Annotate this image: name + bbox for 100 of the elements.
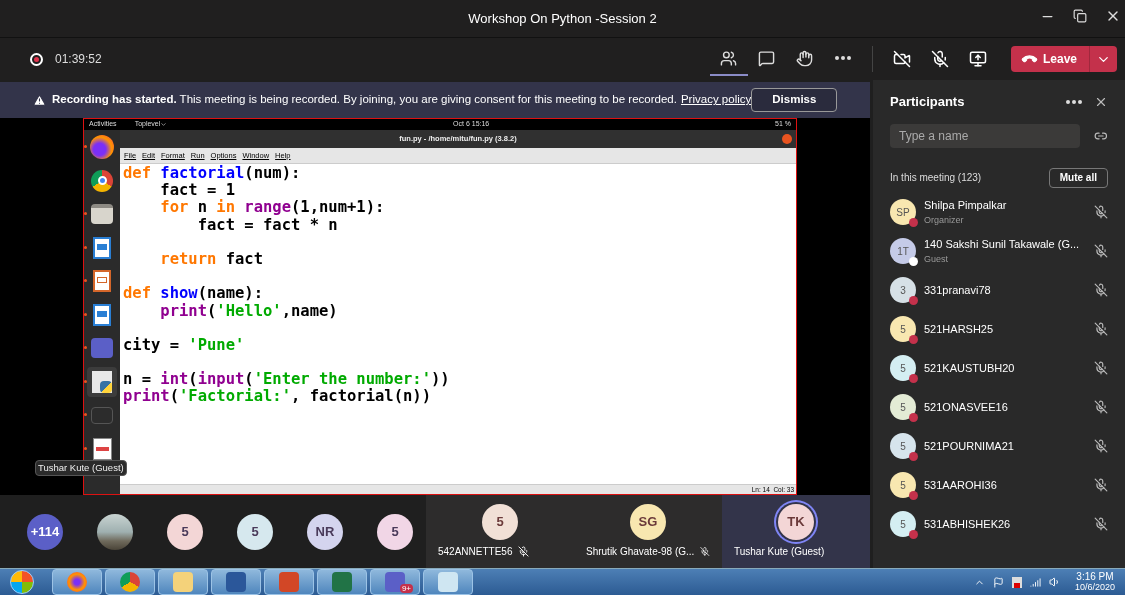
participant-avatar: 5: [890, 511, 916, 537]
explorer-icon: [173, 572, 193, 592]
camera-off-icon: [892, 50, 911, 68]
code-line: city = 'Pune': [123, 335, 245, 354]
notepad-icon: [438, 572, 458, 592]
participant-avatar: 5: [890, 394, 916, 420]
participant-row[interactable]: 5 521HARSH25: [890, 309, 1108, 349]
taskbar-app[interactable]: [52, 569, 102, 595]
time: 3:16 PM: [1076, 571, 1114, 582]
participant-row[interactable]: 5 521ONASVEE16: [890, 387, 1108, 427]
taskbar-app[interactable]: [423, 569, 473, 595]
taskbar-app[interactable]: 9+: [370, 569, 420, 595]
dock-app[interactable]: [87, 366, 117, 397]
code-line: fact = 1: [159, 181, 235, 200]
chrome-app-icon: [91, 169, 113, 192]
tray-clock[interactable]: 3:16 PM 10/6/2020: [1074, 571, 1115, 593]
power-icon[interactable]: [1011, 576, 1022, 588]
participant-avatar[interactable]: +114: [27, 513, 63, 550]
participant-avatar: 1T: [890, 238, 916, 264]
editor-app-icon: [92, 437, 112, 460]
window-title: Workshop On Python -Session 2: [468, 9, 657, 28]
dismiss-button[interactable]: Dismiss: [751, 88, 838, 112]
participant-tile[interactable]: 5 542ANNETTE56: [426, 495, 574, 568]
participant-avatar: 3: [890, 277, 916, 303]
participant-name: 521ONASVEE16: [924, 399, 1009, 415]
participant-tile[interactable]: SG Shrutik Ghavate-98 (G...: [574, 495, 722, 568]
participant-name: 531AAROHI36: [924, 477, 998, 493]
caret-icon: [160, 121, 168, 128]
participant-name: 521HARSH25: [924, 321, 995, 337]
participant-avatar: 5: [890, 355, 916, 381]
participant-name: Tushar Kute (Guest): [734, 545, 825, 559]
participant-avatar[interactable]: NR: [307, 513, 343, 550]
network-icon[interactable]: [1029, 576, 1041, 588]
participant-name: 521POURNIMA21: [924, 438, 1015, 454]
impress-app-icon: [93, 270, 111, 292]
participant-avatar[interactable]: 5: [377, 513, 413, 550]
participant-name: Shrutik Ghavate-98 (G...: [586, 545, 695, 559]
participant-name: 531ABHISHEK26: [924, 516, 1012, 532]
participant-avatar[interactable]: 5: [167, 513, 203, 550]
restore-icon[interactable]: [1073, 9, 1087, 23]
more-icon[interactable]: [1066, 99, 1082, 104]
participant-name: 331pranavi78: [924, 282, 992, 298]
participant-tile[interactable]: TK Tushar Kute (Guest): [722, 495, 870, 568]
participant-row[interactable]: SP Shilpa Pimpalkar Organizer: [890, 192, 1108, 232]
chat-icon: [758, 49, 776, 67]
taskbar-app[interactable]: [158, 569, 208, 595]
participant-row[interactable]: 5 521KAUSTUBH20: [890, 348, 1108, 388]
participant-row[interactable]: 5 531ABHISHEK26: [890, 504, 1108, 544]
privacy-policy-link[interactable]: Privacy policy: [680, 91, 752, 109]
taskbar-app[interactable]: [317, 569, 367, 595]
volume-icon[interactable]: [1048, 576, 1061, 588]
section-label[interactable]: In this meeting (123): [890, 170, 982, 185]
participant-role: Guest: [924, 252, 949, 266]
participant-avatar: 5: [890, 316, 916, 342]
participant-avatar: 5: [890, 433, 916, 459]
participant-row[interactable]: 5 521POURNIMA21: [890, 426, 1108, 466]
hand-icon: [796, 49, 814, 67]
flag-icon[interactable]: [992, 576, 1004, 588]
leave-label: Leave: [1042, 51, 1077, 68]
share-screen-icon[interactable]: [968, 50, 987, 68]
search-field[interactable]: Type a name: [890, 123, 1081, 148]
photo-placeholder[interactable]: [97, 513, 133, 550]
leave-button[interactable]: Leave: [1010, 46, 1117, 72]
participants-icon: [720, 49, 738, 67]
terminal-app-icon: [91, 406, 113, 424]
taskbar-app[interactable]: [211, 569, 261, 595]
more-icon: [834, 56, 851, 60]
start-button[interactable]: [10, 570, 34, 594]
panel-title: Participants: [890, 93, 965, 111]
teams-app-icon: [91, 338, 113, 358]
firefox-icon: [67, 572, 87, 592]
code-line: n = int(input('Enter the number:')): [123, 370, 450, 389]
participant-avatar: 5: [482, 504, 518, 540]
powerpoint-icon: [279, 572, 299, 592]
participant-avatar[interactable]: 5: [237, 513, 273, 550]
participant-role: Organizer: [924, 213, 965, 227]
participant-avatar: 5: [890, 472, 916, 498]
chrome-icon: [120, 572, 140, 592]
participant-avatar: TK: [778, 504, 814, 540]
idle-app-icon: [92, 370, 112, 393]
participant-name: 542ANNETTE56: [438, 545, 513, 559]
mic-off-icon: [930, 50, 949, 68]
date: 10/6/2020: [1074, 582, 1115, 593]
participant-row[interactable]: 1T 140 Sakshi Sunil Takawale (G... Guest: [890, 231, 1108, 271]
participant-row[interactable]: 5 531AAROHI36: [890, 465, 1108, 505]
word-icon: [226, 572, 246, 592]
code-line: fact = fact * n: [196, 215, 338, 234]
code-line: def show(name):: [123, 284, 263, 303]
participant-avatar: SP: [890, 199, 916, 225]
code-line: def factorial(num):: [123, 164, 301, 182]
participant-name: Shilpa Pimpalkar: [924, 198, 1008, 213]
participant-row[interactable]: 3 331pranavi78: [890, 270, 1108, 310]
code-line: for n in range(1,num+1):: [159, 198, 385, 217]
files-app-icon: [91, 204, 113, 224]
warning-icon: [33, 93, 46, 107]
excel-icon: [332, 572, 352, 592]
code-line: print('Hello',name): [159, 301, 338, 320]
writer-app-icon: [93, 236, 111, 259]
presenter-tooltip: Tushar Kute (Guest): [35, 460, 127, 477]
mute-all-button[interactable]: Mute all: [1048, 167, 1108, 188]
